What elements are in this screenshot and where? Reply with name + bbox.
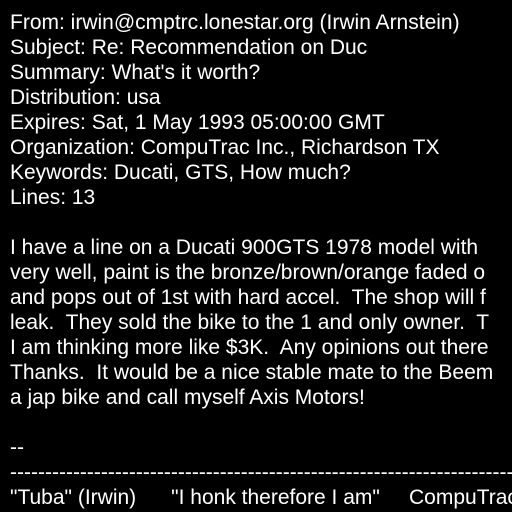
body-line: and pops out of 1st with hard accel. The… (10, 286, 486, 309)
body-line: I am thinking more like $3K. Any opinion… (10, 336, 489, 359)
body-line: a jap bike and call myself Axis Motors! (10, 386, 365, 409)
header-lines: Lines: 13 (10, 186, 96, 209)
body-line: I have a line on a Ducati 900GTS 1978 mo… (10, 236, 479, 259)
header-summary: Summary: What's it worth? (10, 61, 261, 84)
header-organization: Organization: CompuTrac Inc., Richardson… (10, 136, 440, 159)
terminal-screen: From: irwin@cmptrc.lonestar.org (Irwin A… (0, 0, 512, 512)
signature-rule: ----------------------------------------… (10, 461, 512, 484)
body-line: Thanks. It would be a nice stable mate t… (10, 361, 494, 384)
signature-tagline: "Tuba" (Irwin) "I honk therefore I am" C… (10, 486, 512, 509)
body-line: very well, paint is the bronze/brown/ora… (10, 261, 486, 284)
header-expires: Expires: Sat, 1 May 1993 05:00:00 GMT (10, 111, 385, 134)
header-subject: Subject: Re: Recommendation on Duc (10, 36, 368, 59)
signature-delimiter: -- (10, 436, 24, 459)
header-from: From: irwin@cmptrc.lonestar.org (Irwin A… (10, 11, 460, 34)
body-line: leak. They sold the bike to the 1 and on… (10, 311, 490, 334)
header-distribution: Distribution: usa (10, 86, 161, 109)
header-keywords: Keywords: Ducati, GTS, How much? (10, 161, 351, 184)
